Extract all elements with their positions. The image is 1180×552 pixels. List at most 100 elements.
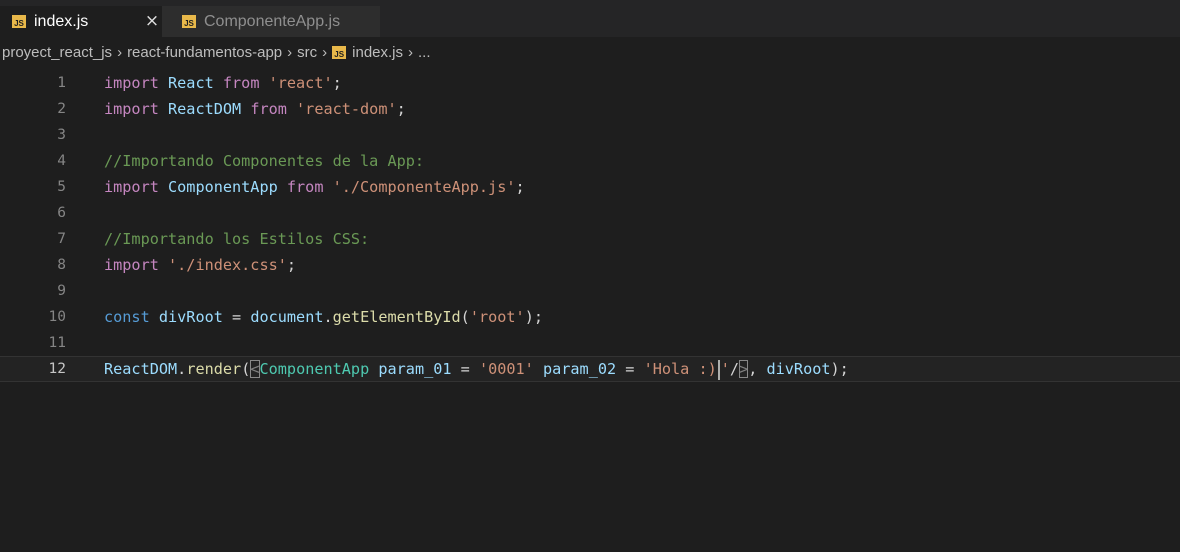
code-line[interactable]: 9 <box>0 278 1180 304</box>
code-token: ; <box>396 100 406 118</box>
code-text[interactable]: import ReactDOM from 'react-dom'; <box>104 96 406 122</box>
code-line[interactable]: 8 import './index.css'; <box>0 252 1180 278</box>
breadcrumb-item-symbols[interactable]: ... <box>418 44 431 61</box>
code-line[interactable]: 3 <box>0 122 1180 148</box>
chevron-right-icon: › <box>287 43 293 61</box>
code-line[interactable]: 10 const divRoot = document.getElementByI… <box>0 304 1180 330</box>
js-file-icon: JS <box>332 45 347 59</box>
code-token: , <box>748 360 767 378</box>
js-file-icon: JS <box>182 15 196 28</box>
chevron-right-icon: › <box>322 43 328 61</box>
code-token: from <box>222 74 269 92</box>
code-token: ); <box>830 360 849 378</box>
code-token: = <box>625 360 644 378</box>
code-token: param_01 <box>378 360 461 378</box>
line-number: 3 <box>57 127 66 143</box>
line-number: 4 <box>57 153 66 169</box>
line-number: 8 <box>57 257 66 273</box>
code-text[interactable]: const divRoot = document.getElementById(… <box>104 304 543 330</box>
code-text[interactable]: import ComponentApp from './ComponenteAp… <box>104 174 525 200</box>
breadcrumb-item-project[interactable]: proyect_react_js <box>2 44 112 61</box>
code-text[interactable]: import React from 'react'; <box>104 70 342 96</box>
code-token: ( <box>460 308 470 326</box>
code-token: //Importando Componentes de la App: <box>104 152 425 170</box>
bracket-match: > <box>739 360 749 378</box>
code-token: document <box>250 308 324 326</box>
code-line[interactable]: 1 import React from 'react'; <box>0 70 1180 96</box>
line-number: 9 <box>57 283 66 299</box>
code-text[interactable]: ReactDOM.render(<ComponentApp param_01 =… <box>104 357 849 383</box>
code-token: ( <box>241 360 251 378</box>
code-token: render <box>186 360 242 378</box>
code-token: 'react' <box>268 74 333 92</box>
code-token: ReactDOM <box>168 100 251 118</box>
line-number: 2 <box>57 101 66 117</box>
code-token: from <box>286 178 333 196</box>
code-line[interactable]: 7 //Importando los Estilos CSS: <box>0 226 1180 252</box>
line-number: 12 <box>48 361 66 377</box>
code-token: import <box>104 100 169 118</box>
code-token: //Importando los Estilos CSS: <box>104 230 370 248</box>
code-token: '0001' <box>478 360 543 378</box>
code-line[interactable]: 5 import ComponentApp from './ComponenteA… <box>0 174 1180 200</box>
line-number: 10 <box>48 309 66 325</box>
code-token: React <box>168 74 223 92</box>
code-token: from <box>250 100 297 118</box>
code-token: 'root' <box>469 308 525 326</box>
line-number: 7 <box>57 231 66 247</box>
code-token: divRoot <box>766 360 831 378</box>
code-token: ReactDOM <box>104 360 178 378</box>
code-token: ; <box>286 256 297 274</box>
code-token: import <box>104 178 169 196</box>
code-token: ComponentApp <box>168 178 287 196</box>
editor-tab-bar: JS index.js × JS ComponenteApp.js <box>0 0 1180 37</box>
code-token: ComponentApp <box>259 360 379 378</box>
code-line[interactable]: 2 import ReactDOM from 'react-dom'; <box>0 96 1180 122</box>
code-token: ; <box>332 74 342 92</box>
breadcrumb-item-src[interactable]: src <box>297 44 317 61</box>
code-token: import <box>104 256 169 274</box>
code-text[interactable]: import './index.css'; <box>104 252 296 278</box>
chevron-right-icon: › <box>117 43 123 61</box>
tab-label: index.js <box>34 12 89 30</box>
code-token: './index.css' <box>168 256 287 274</box>
code-token: 'react-dom' <box>296 100 397 118</box>
code-line[interactable]: 4 //Importando Componentes de la App: <box>0 148 1180 174</box>
code-token: / <box>729 360 740 378</box>
code-text[interactable]: //Importando los Estilos CSS: <box>104 226 369 252</box>
bracket-match: < <box>250 360 260 378</box>
code-line[interactable]: 6 <box>0 200 1180 226</box>
line-number: 6 <box>57 205 66 221</box>
code-token: . <box>323 308 333 326</box>
code-token: './ComponenteApp.js' <box>332 178 516 196</box>
code-token: ' <box>720 360 730 378</box>
breadcrumb-item-file[interactable]: index.js <box>352 44 403 61</box>
breadcrumb-item-app[interactable]: react-fundamentos-app <box>127 44 282 61</box>
code-token: divRoot <box>158 308 233 326</box>
code-token: getElementById <box>332 308 461 326</box>
code-editor[interactable]: 1 import React from 'react'; 2 import React… <box>0 67 1180 552</box>
code-token: const <box>104 308 159 326</box>
chevron-right-icon: › <box>408 43 414 61</box>
line-number: 1 <box>57 75 66 91</box>
code-line[interactable]: 12 ReactDOM.render(<ComponentApp param_01… <box>0 356 1180 382</box>
js-file-icon: JS <box>12 15 26 28</box>
code-text[interactable]: //Importando Componentes de la App: <box>104 148 424 174</box>
code-line[interactable]: 11 <box>0 330 1180 356</box>
code-token: ; <box>515 178 525 196</box>
code-token: 'Hola :) <box>643 360 717 378</box>
breadcrumb: proyect_react_js › react-fundamentos-app… <box>0 37 1180 67</box>
tab-index-js[interactable]: JS index.js × <box>0 6 162 37</box>
code-token: import <box>104 74 169 92</box>
code-token: . <box>177 360 187 378</box>
close-icon[interactable]: × <box>143 9 161 33</box>
code-token: ); <box>524 308 543 326</box>
tab-componente-app-js[interactable]: JS ComponenteApp.js <box>162 6 380 37</box>
line-number: 5 <box>57 179 66 195</box>
code-token: = <box>460 360 479 378</box>
code-token: param_02 <box>542 360 626 378</box>
text-cursor <box>717 359 720 380</box>
line-number: 11 <box>48 335 66 351</box>
code-token: = <box>232 308 251 326</box>
tab-label: ComponenteApp.js <box>204 12 341 30</box>
